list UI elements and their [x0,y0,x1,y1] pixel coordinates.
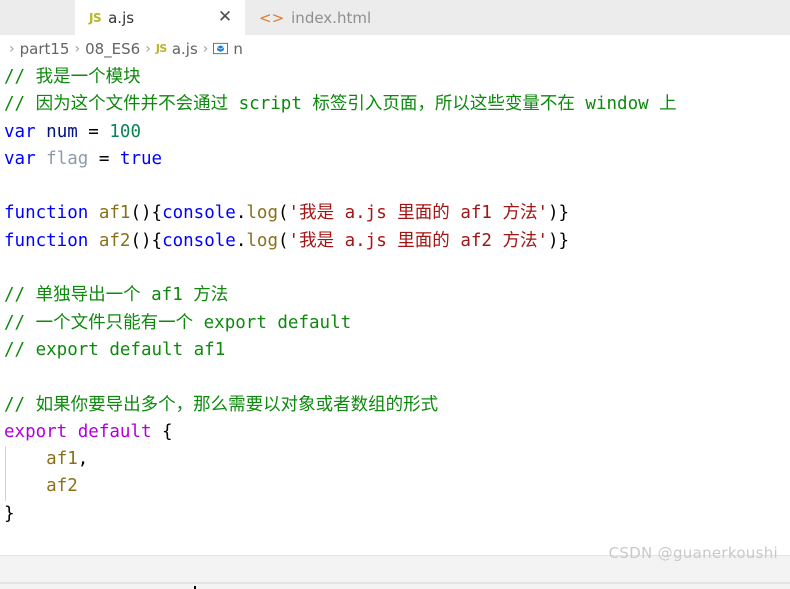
code-token-plain: ( [277,230,289,251]
code-line[interactable]: function af1(){console.log('我是 a.js 里面的 … [0,200,790,227]
code-token-string: '我是 a.js 里面的 af1 方法' [288,203,548,224]
chevron-right-icon: › [9,40,15,57]
code-token-keyword: function [4,203,89,224]
js-file-icon: JS [155,42,168,55]
code-token-plain: , [77,449,89,470]
breadcrumb-item-08-es6[interactable]: 08_ES6 [85,40,140,58]
code-line[interactable]: // 因为这个文件并不会通过 script 标签引入页面，所以这些变量不在 wi… [0,91,790,118]
code-token-fn: af2 [98,230,131,251]
breadcrumb-label: a.js [171,39,198,58]
code-line[interactable]: function af2(){console.log('我是 a.js 里面的 … [0,228,790,255]
code-editor[interactable]: // 我是一个模块 // 因为这个文件并不会通过 script 标签引入页面，所以… [0,62,790,589]
code-token-comment: // 如果你要导出多个，那么需要以对象或者数组的形式 [4,394,439,415]
code-token-plain: (){ [130,230,163,251]
breadcrumb-label: part15 [19,39,70,58]
indent-guide [5,446,6,501]
code-token-comment: // 我是一个模块 [4,67,141,87]
tab-label: index.html [291,8,372,27]
code-token-keyword: var [4,148,36,169]
code-line[interactable] [0,255,790,282]
code-token-comment: // 单独导出一个 af1 方法 [4,285,229,306]
code-line[interactable] [0,364,790,391]
tab-a-js[interactable]: JS a.js ✕ [75,0,245,35]
code-token-plain: ( [277,203,289,224]
code-token-comment: // 一个文件只能有一个 export default [4,312,352,333]
code-token-string: '我是 a.js 里面的 af2 方法' [288,230,548,251]
code-token-plain: )} [548,203,570,224]
code-line[interactable]: } [0,501,790,528]
code-token-keyword: true [119,148,163,169]
code-line[interactable]: // export default af1 [0,337,790,364]
code-token-fn: af2 [46,476,78,497]
code-line[interactable] [0,173,790,200]
chevron-right-icon: › [202,40,209,57]
breadcrumb-label: n [233,39,243,58]
code-token-plain: = [77,121,110,142]
tab-label: a.js [108,8,135,27]
code-token-num: 100 [109,121,141,142]
code-token-plain: = [88,148,120,169]
text-cursor [193,585,196,589]
code-token-keyword: console [162,203,236,224]
close-icon[interactable]: ✕ [215,8,235,28]
breadcrumb-item-part15[interactable]: part15 [20,40,70,58]
code-line[interactable]: // 如果你要导出多个，那么需要以对象或者数组的形式 [0,392,790,419]
code-token-dim: flag [46,148,89,169]
code-line[interactable]: // 我是一个模块 [0,64,790,91]
code-line[interactable]: var flag = true [0,146,790,173]
breadcrumb-label: 08_ES6 [85,39,141,58]
code-token-plain: { [151,421,173,442]
code-token-fn: af1 [46,449,78,470]
code-line[interactable]: var num = 100 [0,119,790,146]
code-token-prop: log [246,203,278,224]
chevron-right-icon: › [74,40,81,57]
tabbar-right-spacer [425,0,790,35]
variable-icon [213,41,229,56]
code-line[interactable]: af1, [0,446,790,473]
code-token-plain: . [235,230,247,251]
chevron-right-icon: › [145,40,151,57]
code-token-comment: // export default af1 [4,339,226,360]
code-line[interactable] [0,555,790,583]
code-line[interactable]: // 单独导出一个 af1 方法 [0,282,790,309]
code-token-keyword: var [4,121,36,142]
code-token-fn: af1 [98,203,131,224]
code-token-plain: (){ [130,203,163,224]
code-token-prop: log [246,230,278,251]
code-token-keyword: function [4,230,89,251]
breadcrumb-item-n[interactable]: n [213,40,243,58]
code-token-purple: export default [4,421,152,442]
code-token-comment: // 因为这个文件并不会通过 script 标签引入页面，所以这些变量不在 wi… [4,94,677,115]
html-file-icon: <> [259,8,285,27]
breadcrumb: › part15 › 08_ES6 › JS a.js › n [0,35,790,62]
code-line[interactable]: export default { [0,419,790,446]
js-file-icon: JS [89,10,102,25]
editor-tab-bar: JS a.js ✕ <> index.html [0,0,790,35]
code-token-plain: )} [548,230,570,251]
code-line[interactable] [0,528,790,555]
breadcrumb-item-a-js[interactable]: JS a.js [156,40,198,58]
code-token-plain: . [235,203,247,224]
code-token-plain: } [4,503,15,524]
code-line[interactable]: af2 [0,473,790,500]
tabbar-left-spacer [0,0,75,35]
code-token-var: num [46,121,78,142]
code-lines-container[interactable]: // 我是一个模块 // 因为这个文件并不会通过 script 标签引入页面，所以… [0,62,790,589]
tab-index-html[interactable]: <> index.html [245,0,425,35]
code-token-keyword: console [162,230,236,251]
code-line[interactable]: // 一个文件只能有一个 export default [0,310,790,337]
code-line[interactable]: export var n = num [0,582,790,589]
